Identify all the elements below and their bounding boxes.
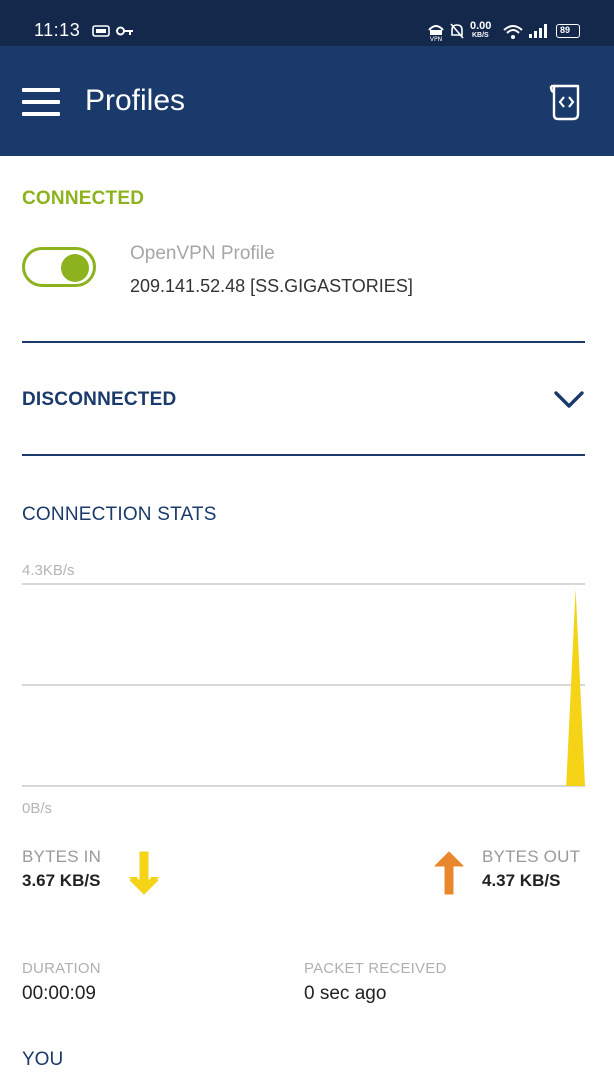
- connection-stats-heading: CONNECTION STATS: [22, 504, 217, 525]
- disconnected-heading[interactable]: DISCONNECTED: [22, 389, 176, 411]
- upload-arrow-icon: [434, 851, 464, 895]
- section-divider: [22, 454, 585, 456]
- connected-heading: CONNECTED: [22, 188, 145, 209]
- y-axis-max-label: 4.3KB/s: [22, 562, 75, 579]
- data-rate-unit: KB/S: [472, 32, 489, 39]
- mute-icon: [450, 23, 464, 39]
- status-bar: 11:13 VPN 0.00 KB/S 89: [0, 0, 614, 46]
- bytes-out-value: 4.37 KB/S: [482, 871, 561, 890]
- duration-value: 00:00:09: [22, 983, 96, 1004]
- battery-icon: 89: [556, 24, 580, 38]
- download-arrow-icon: [129, 851, 159, 895]
- packet-received-value: 0 sec ago: [304, 983, 387, 1004]
- packet-received-label: PACKET RECEIVED: [304, 960, 447, 977]
- battery-level: 89: [560, 25, 571, 35]
- section-divider: [22, 341, 585, 343]
- app-bar: Profiles: [0, 46, 614, 156]
- chevron-down-icon[interactable]: [553, 388, 585, 412]
- hamburger-menu-icon[interactable]: [22, 88, 60, 116]
- page-title: Profiles: [85, 84, 186, 117]
- bytes-out-label: BYTES OUT: [482, 847, 581, 866]
- data-rate-value: 0.00: [470, 20, 492, 32]
- wifi-icon: [503, 25, 523, 39]
- y-axis-min-label: 0B/s: [22, 800, 52, 817]
- toggle-knob: [61, 254, 89, 282]
- bytes-in-label: BYTES IN: [22, 847, 102, 866]
- bytes-in-value: 3.67 KB/S: [22, 871, 101, 890]
- profile-server[interactable]: 209.141.52.48 [SS.GIGASTORIES]: [130, 276, 413, 297]
- screen-record-icon: [92, 25, 110, 37]
- duration-label: DURATION: [22, 960, 101, 977]
- vpn-icon: VPN: [428, 25, 444, 42]
- status-time: 11:13: [34, 20, 81, 40]
- import-profile-icon[interactable]: [546, 82, 586, 122]
- svg-text:VPN: VPN: [430, 36, 442, 42]
- connection-stats-chart: 4.3KB/s 0B/s: [22, 562, 585, 817]
- profile-name[interactable]: OpenVPN Profile: [130, 243, 275, 265]
- bytes-rate-area-series-0: [22, 588, 585, 786]
- vpn-connection-toggle[interactable]: [22, 247, 96, 287]
- you-heading: YOU: [22, 1049, 64, 1070]
- key-icon: [116, 26, 133, 36]
- signal-icon: [529, 24, 547, 38]
